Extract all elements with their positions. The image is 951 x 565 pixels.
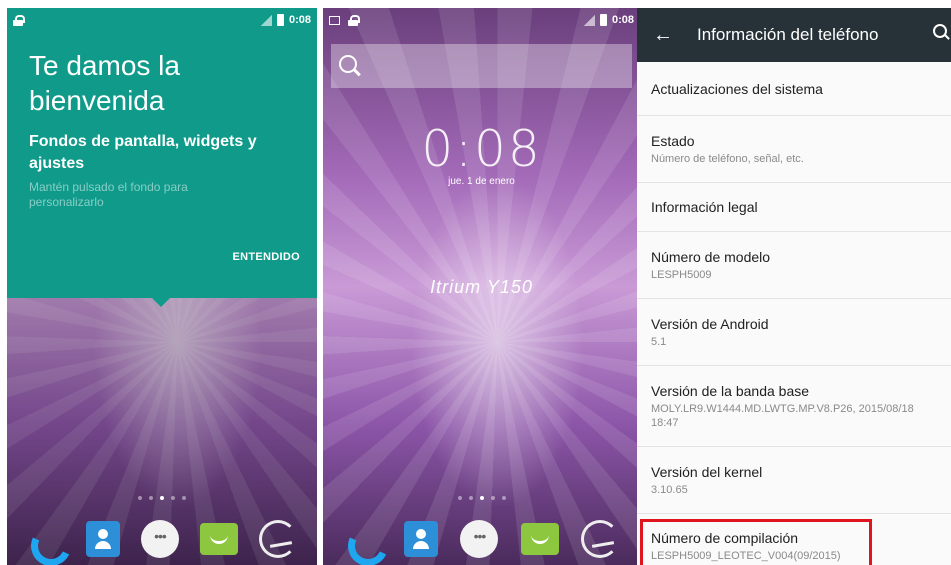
settings-item-model[interactable]: Número de modelo LESPH5009: [637, 232, 951, 299]
page-dot-active: [160, 496, 164, 500]
browser-icon[interactable]: [580, 520, 619, 558]
settings-screen: ← Información del teléfono Actualizacion…: [637, 8, 951, 565]
status-bar: 0:08: [323, 8, 640, 32]
contacts-icon[interactable]: [404, 521, 439, 557]
status-bar: 0:08: [7, 8, 317, 32]
page-dot: [457, 496, 462, 500]
page-dot: [138, 496, 142, 500]
lock-icon: [13, 14, 25, 26]
page-dot: [182, 496, 186, 500]
browser-icon[interactable]: [258, 520, 297, 558]
search-bar[interactable]: [331, 44, 632, 88]
dock: [323, 513, 640, 565]
messaging-icon[interactable]: [199, 523, 238, 555]
page-dot: [468, 496, 473, 500]
settings-item-baseband[interactable]: Versión de la banda base MOLY.LR9.W1444.…: [637, 366, 951, 447]
home-screen: 0:08 0:08 jue. 1 de enero Itrium Y150: [323, 8, 640, 565]
settings-item-summary: 3.10.65: [651, 483, 688, 496]
battery-icon: [599, 14, 607, 26]
settings-item-summary: LESPH5009: [651, 268, 712, 281]
launcher-screen: 0:08 Te damos la bienvenida Fondos de pa…: [7, 8, 317, 565]
clock-date: jue. 1 de enero: [448, 176, 515, 187]
settings-item-title: Información legal: [651, 199, 758, 215]
search-icon[interactable]: [337, 53, 363, 79]
page-dot: [490, 496, 495, 500]
settings-item-summary: 5.1: [651, 335, 667, 348]
messaging-icon[interactable]: [520, 523, 559, 555]
app-bar: ← Información del teléfono: [637, 8, 951, 62]
settings-item-title: Versión de Android: [651, 315, 769, 332]
settings-item-status[interactable]: Estado Número de teléfono, señal, etc.: [637, 116, 951, 183]
settings-item-title: Versión de la banda base: [651, 382, 810, 399]
signal-icon: [260, 14, 272, 26]
page-dot: [149, 496, 153, 500]
settings-item-legal[interactable]: Información legal: [637, 183, 951, 232]
phone-app-icon[interactable]: [344, 520, 382, 558]
lock-icon: [348, 14, 360, 26]
settings-item-title: Estado: [651, 132, 695, 149]
back-arrow-icon[interactable]: ←: [653, 24, 677, 47]
welcome-description: Mantén pulsado el fondo para personaliza…: [29, 180, 188, 209]
phone-app-icon[interactable]: [27, 520, 65, 558]
welcome-card: 0:08 Te damos la bienvenida Fondos de pa…: [7, 8, 317, 307]
tip-pointer: [152, 298, 170, 307]
page-dot: [501, 496, 506, 500]
settings-item-summary: Número de teléfono, señal, etc.: [651, 152, 804, 165]
settings-item-title: Número de modelo: [651, 248, 771, 265]
apps-icon[interactable]: [460, 520, 499, 558]
contacts-icon[interactable]: [86, 521, 121, 557]
settings-item-title: Versión del kernel: [651, 463, 763, 480]
settings-item-kernel[interactable]: Versión del kernel 3.10.65: [637, 447, 951, 514]
welcome-title: Te damos la bienvenida: [29, 50, 180, 116]
settings-item-build-number[interactable]: Número de compilación LESPH5009_LEOTEC_V…: [637, 514, 951, 565]
search-icon[interactable]: [933, 24, 949, 42]
settings-item-system-updates[interactable]: Actualizaciones del sistema: [637, 62, 951, 116]
settings-item-android-version[interactable]: Versión de Android 5.1: [637, 299, 951, 366]
status-time: 0:08: [611, 14, 634, 26]
welcome-subtitle: Fondos de pantalla, widgets y ajustes: [29, 133, 257, 172]
signal-icon: [583, 14, 595, 26]
brand-text: Itrium Y150: [430, 277, 533, 297]
highlight-box: [640, 519, 872, 565]
settings-item-title: Actualizaciones del sistema: [651, 80, 823, 97]
image-notification-icon: [329, 15, 340, 25]
page-dot: [171, 496, 175, 500]
page-indicator: [7, 496, 317, 500]
dock: [7, 513, 317, 565]
clock-widget[interactable]: 0:08: [323, 120, 640, 178]
battery-icon: [276, 14, 284, 26]
apps-icon[interactable]: [140, 520, 179, 558]
page-title: Información del teléfono: [697, 25, 879, 44]
status-time: 0:08: [288, 14, 311, 26]
page-dot-active: [479, 496, 484, 500]
settings-list: Actualizaciones del sistema Estado Númer…: [637, 62, 951, 565]
page-indicator: [323, 496, 640, 500]
understood-button[interactable]: ENTENDIDO: [233, 251, 300, 263]
settings-item-summary: MOLY.LR9.W1444.MD.LWTG.MP.V8.P26, 2015/0…: [651, 402, 914, 429]
